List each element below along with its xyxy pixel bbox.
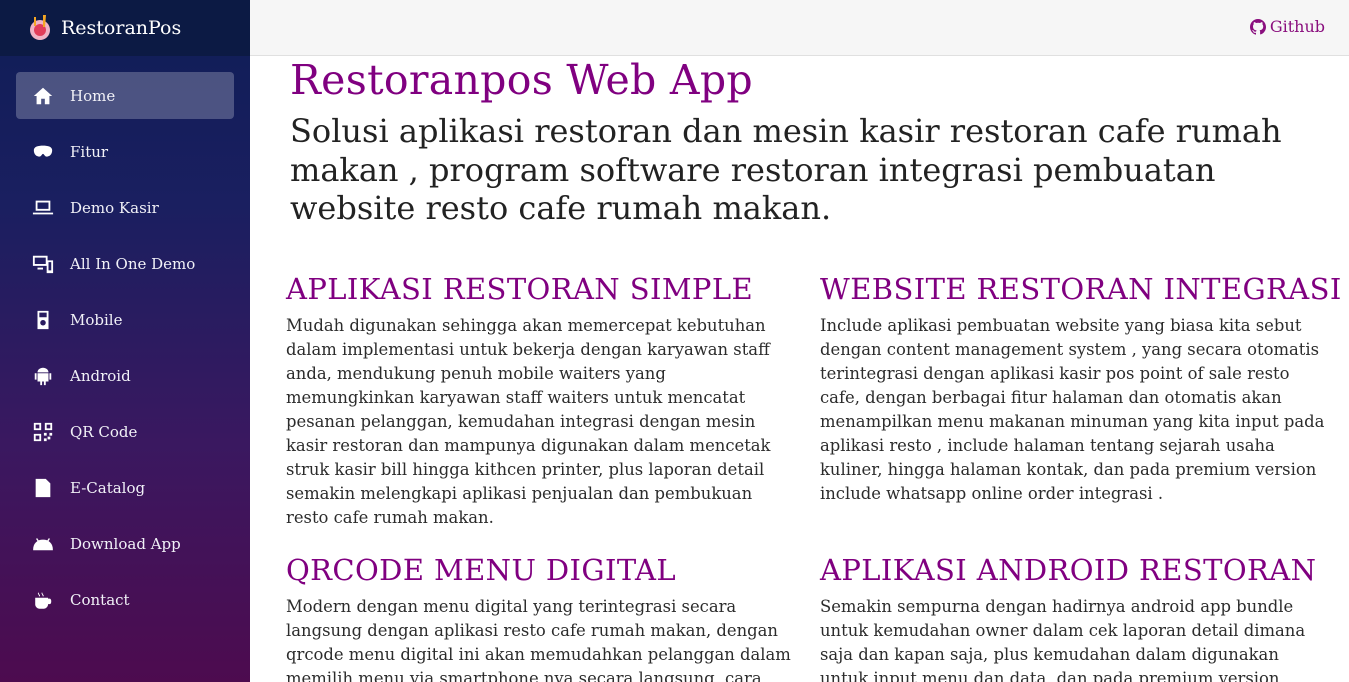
sidebar-item-qr-code[interactable]: QR Code bbox=[16, 408, 234, 455]
feature-text: Include aplikasi pembuatan website yang … bbox=[820, 316, 1325, 503]
sidebar-item-label: Home bbox=[70, 86, 116, 105]
qrcode-icon bbox=[32, 421, 54, 443]
android-icon bbox=[32, 365, 54, 387]
feature-title: WEBSITE RESTORAN INTEGRASI bbox=[820, 272, 1342, 306]
brand-logo-icon bbox=[28, 13, 54, 43]
feature-title: APLIKASI RESTORAN SIMPLE bbox=[286, 272, 754, 306]
sidebar-nav: Home Fitur Demo Kasir All In One Demo Mo… bbox=[0, 56, 250, 623]
github-label: Github bbox=[1269, 17, 1325, 36]
feature-card: QRCODE MENU DIGITAL Modern dengan menu d… bbox=[286, 553, 796, 682]
brand-name: RestoranPos bbox=[61, 17, 182, 39]
brand[interactable]: RestoranPos bbox=[0, 0, 250, 56]
feature-card: WEBSITE RESTORAN INTEGRASI Include aplik… bbox=[820, 272, 1342, 506]
sidebar-item-mobile[interactable]: Mobile bbox=[16, 296, 234, 343]
feature-text: Mudah digunakan sehingga akan memercepat… bbox=[286, 316, 771, 527]
feature-text: Semakin sempurna dengan hadirnya android… bbox=[820, 597, 1306, 682]
sidebar-item-label: Android bbox=[70, 366, 131, 385]
coffee-icon bbox=[32, 589, 54, 611]
desktop-mobile-icon bbox=[32, 253, 54, 275]
github-icon bbox=[1249, 18, 1266, 35]
android-head-icon bbox=[32, 533, 54, 555]
mask-icon bbox=[32, 141, 54, 163]
sidebar-item-label: Mobile bbox=[70, 310, 123, 329]
feature-card: APLIKASI ANDROID RESTORAN Semakin sempur… bbox=[820, 553, 1330, 682]
sidebar-item-fitur[interactable]: Fitur bbox=[16, 128, 234, 175]
sidebar-item-label: Contact bbox=[70, 590, 130, 609]
sidebar-item-android[interactable]: Android bbox=[16, 352, 234, 399]
sidebar-item-label: QR Code bbox=[70, 422, 138, 441]
sidebar-item-home[interactable]: Home bbox=[16, 72, 234, 119]
file-pdf-icon bbox=[32, 477, 54, 499]
sidebar-item-e-catalog[interactable]: E-Catalog bbox=[16, 464, 234, 511]
sidebar-item-label: Download App bbox=[70, 534, 181, 553]
sidebar-item-contact[interactable]: Contact bbox=[16, 576, 234, 623]
sidebar-item-label: E-Catalog bbox=[70, 478, 146, 497]
page-title: Restoranpos Web App bbox=[290, 56, 753, 104]
mobile-icon bbox=[32, 309, 54, 331]
home-icon bbox=[32, 85, 54, 107]
feature-title: QRCODE MENU DIGITAL bbox=[286, 553, 676, 587]
sidebar-item-label: All In One Demo bbox=[70, 254, 196, 273]
sidebar-item-download-app[interactable]: Download App bbox=[16, 520, 234, 567]
sidebar: RestoranPos Home Fitur Demo Kasir All In… bbox=[0, 0, 250, 682]
sidebar-item-label: Demo Kasir bbox=[70, 198, 159, 217]
top-bar: Github bbox=[250, 0, 1349, 56]
main-content: Restoranpos Web App Solusi aplikasi rest… bbox=[250, 56, 1349, 682]
page-subtitle: Solusi aplikasi restoran dan mesin kasir… bbox=[290, 112, 1282, 227]
feature-card: APLIKASI RESTORAN SIMPLE Mudah digunakan… bbox=[286, 272, 796, 530]
github-link[interactable]: Github bbox=[1249, 17, 1325, 36]
laptop-icon bbox=[32, 197, 54, 219]
feature-title: APLIKASI ANDROID RESTORAN bbox=[820, 553, 1317, 587]
sidebar-item-label: Fitur bbox=[70, 142, 109, 161]
sidebar-item-all-in-one-demo[interactable]: All In One Demo bbox=[16, 240, 234, 287]
sidebar-item-demo-kasir[interactable]: Demo Kasir bbox=[16, 184, 234, 231]
feature-text: Modern dengan menu digital yang terinteg… bbox=[286, 597, 791, 682]
